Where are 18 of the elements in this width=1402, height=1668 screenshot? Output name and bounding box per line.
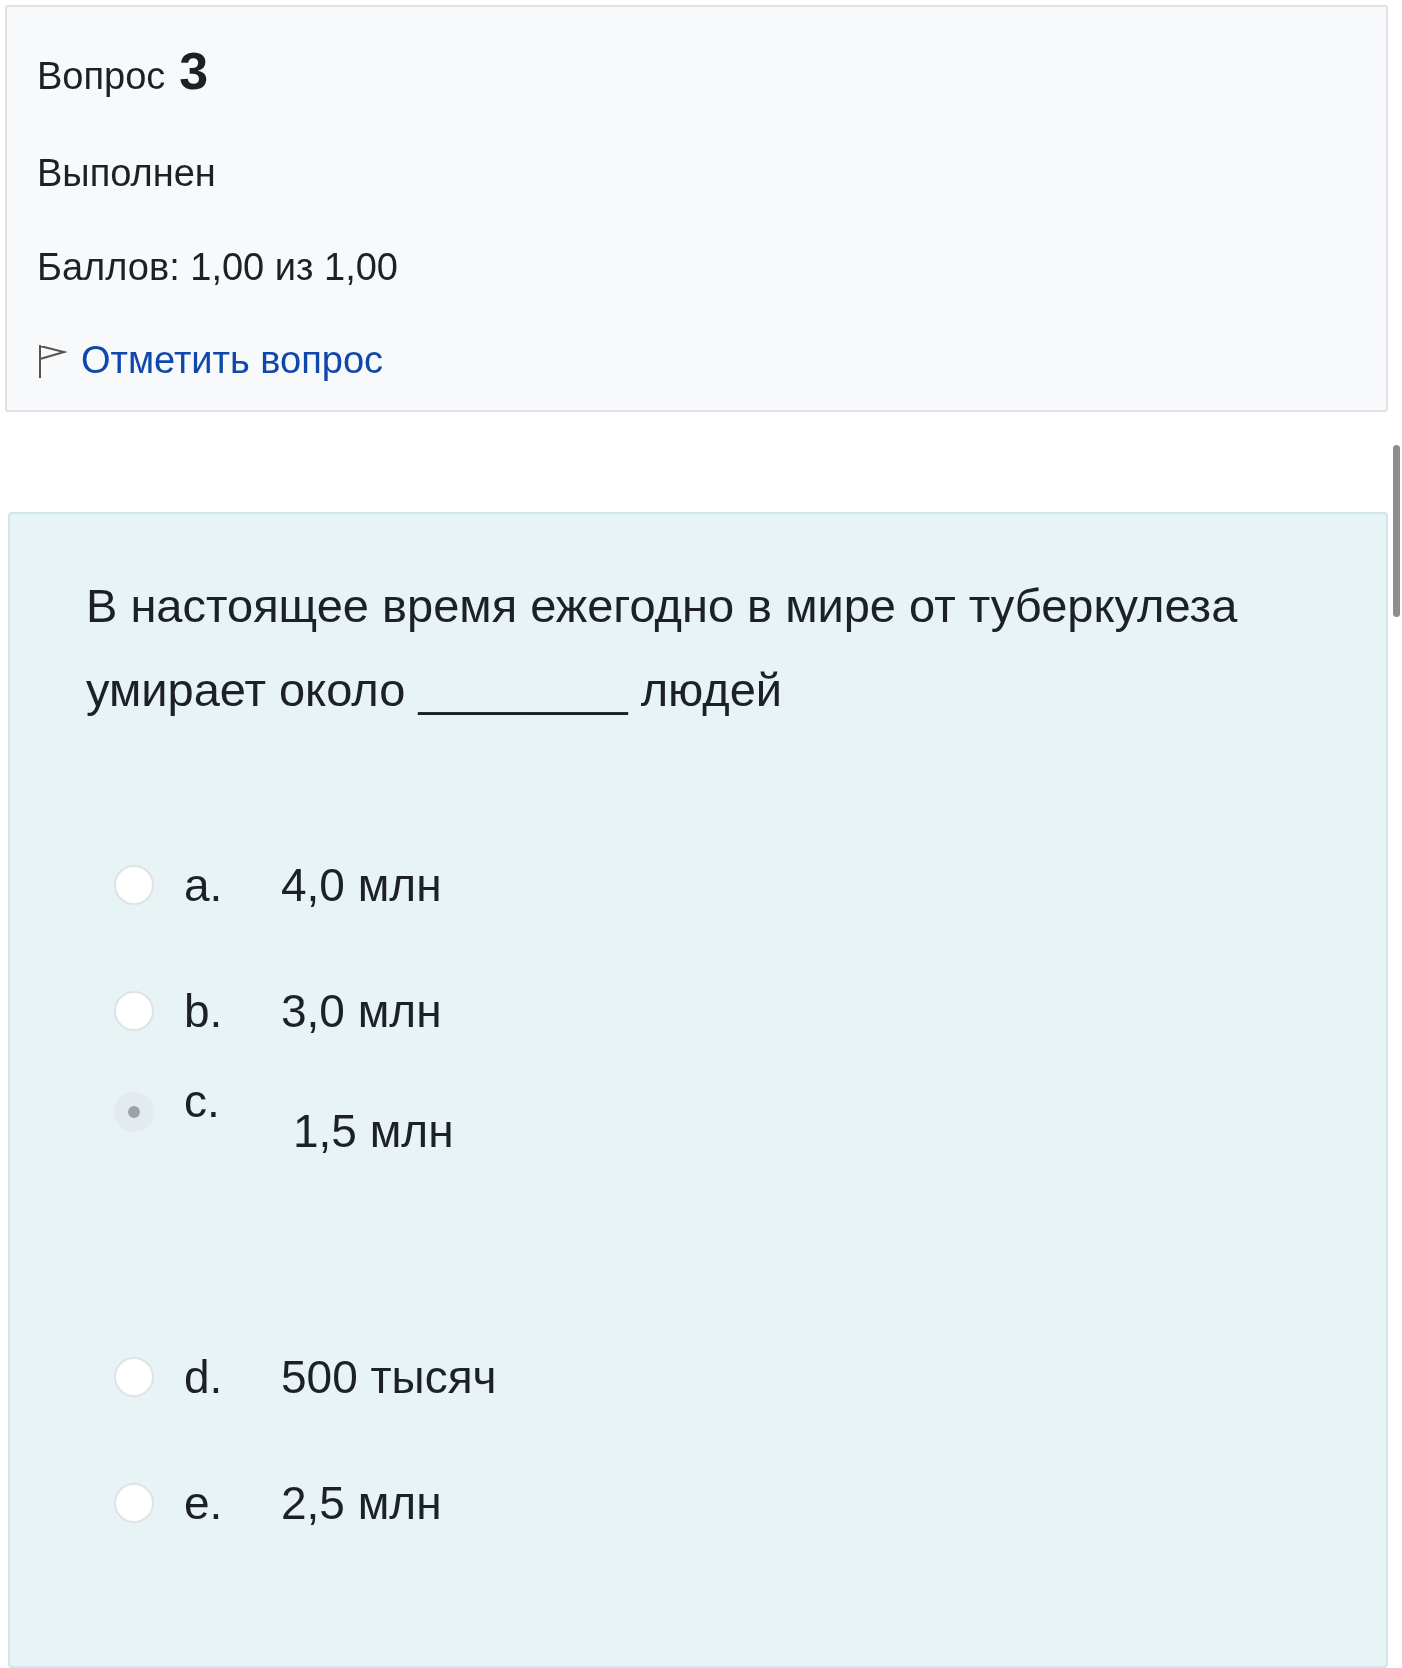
question-text: В настоящее время ежегодно в мире от туберкулеза умирает около ________ людей <box>86 578 1239 718</box>
radio-button[interactable] <box>114 865 154 905</box>
radio-button[interactable] <box>114 1483 154 1523</box>
answer-option[interactable]: c. 1,5 млн <box>86 1074 1356 1314</box>
flag-icon <box>37 342 67 379</box>
radio-button[interactable] <box>114 1092 154 1132</box>
answer-option[interactable]: b. 3,0 млн <box>86 948 1356 1074</box>
question-status: Выполнен <box>37 151 217 195</box>
question-label: Вопрос <box>37 55 166 98</box>
answer-option[interactable]: e. 2,5 млн <box>86 1440 1356 1566</box>
scrollbar[interactable] <box>1393 445 1400 617</box>
answer-option[interactable]: d. 500 тысяч <box>86 1314 1356 1440</box>
answer-option[interactable]: a. 4,0 млн <box>86 822 1356 948</box>
question-number: 3 <box>179 41 209 101</box>
radio-button[interactable] <box>114 1357 154 1397</box>
flag-question-link[interactable]: Отметить вопрос <box>37 339 384 382</box>
radio-button[interactable] <box>114 991 154 1031</box>
question-grade: Баллов: 1,00 из 1,00 <box>37 245 399 289</box>
